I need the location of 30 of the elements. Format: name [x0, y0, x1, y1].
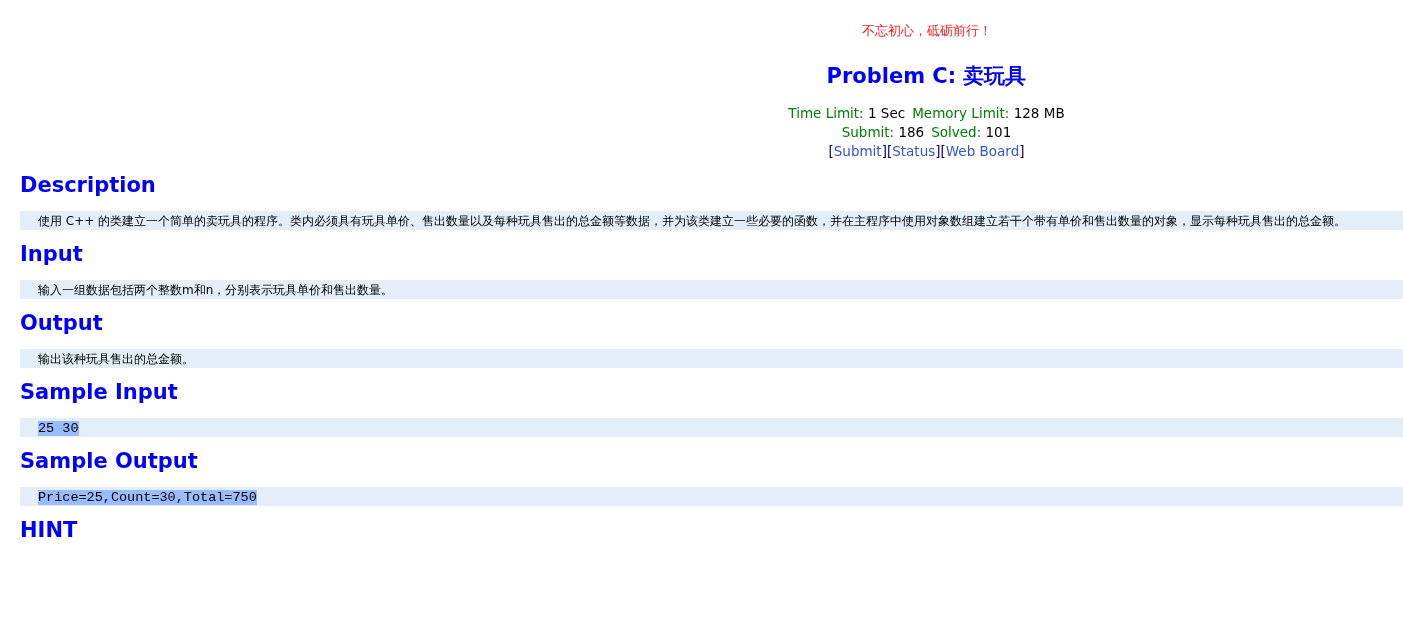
- sample-code: Price=25,Count=30,Total=750: [38, 490, 257, 505]
- section-heading: Input: [20, 242, 83, 266]
- meta-label: Submit:: [841, 124, 895, 140]
- bracket: [: [940, 143, 946, 159]
- nav-link[interactable]: Status: [892, 143, 936, 159]
- bracket: ]: [881, 143, 887, 159]
- section-heading: Output: [20, 311, 103, 335]
- nav-link[interactable]: Submit: [833, 143, 882, 159]
- section-heading: Sample Input: [20, 380, 178, 404]
- meta-value: 1 Sec: [868, 105, 906, 121]
- section-text: 输入一组数据包括两个整数m和n，分别表示玩具单价和售出数量。: [38, 283, 394, 297]
- problem-title: Problem C: 卖玩具: [825, 63, 1028, 90]
- motto-text: 不忘初心，砥砺前行！: [860, 22, 993, 40]
- section-heading: Description: [20, 173, 156, 197]
- bracket: ]: [1019, 143, 1025, 159]
- meta-label: Time Limit:: [788, 105, 864, 121]
- section-text: 使用 C++ 的类建立一个简单的卖玩具的程序。类内必须具有玩具单价、售出数量以及每种玩具售出的总金额等数据，并为该类建立一些必要的函数，并在主程序中使用对象数组建立若干个带有单价和售出数量的对象，显示每种玩具售出的总金额。: [38, 214, 1347, 228]
- section-heading: HINT: [20, 518, 78, 542]
- meta-value: 101: [985, 124, 1012, 140]
- bracket: ]: [935, 143, 941, 159]
- meta-label: Solved:: [931, 124, 982, 140]
- section-heading: Sample Output: [20, 449, 198, 473]
- meta-value: 128 MB: [1013, 105, 1065, 121]
- meta-label: Memory Limit:: [912, 105, 1010, 121]
- bracket: [: [828, 143, 834, 159]
- bracket: [: [886, 143, 893, 159]
- meta-value: 186: [898, 124, 925, 140]
- sample-code: 25 30: [38, 421, 79, 436]
- section-text: 输出该种玩具售出的总金额。: [38, 352, 194, 366]
- nav-link[interactable]: Web Board: [945, 143, 1020, 159]
